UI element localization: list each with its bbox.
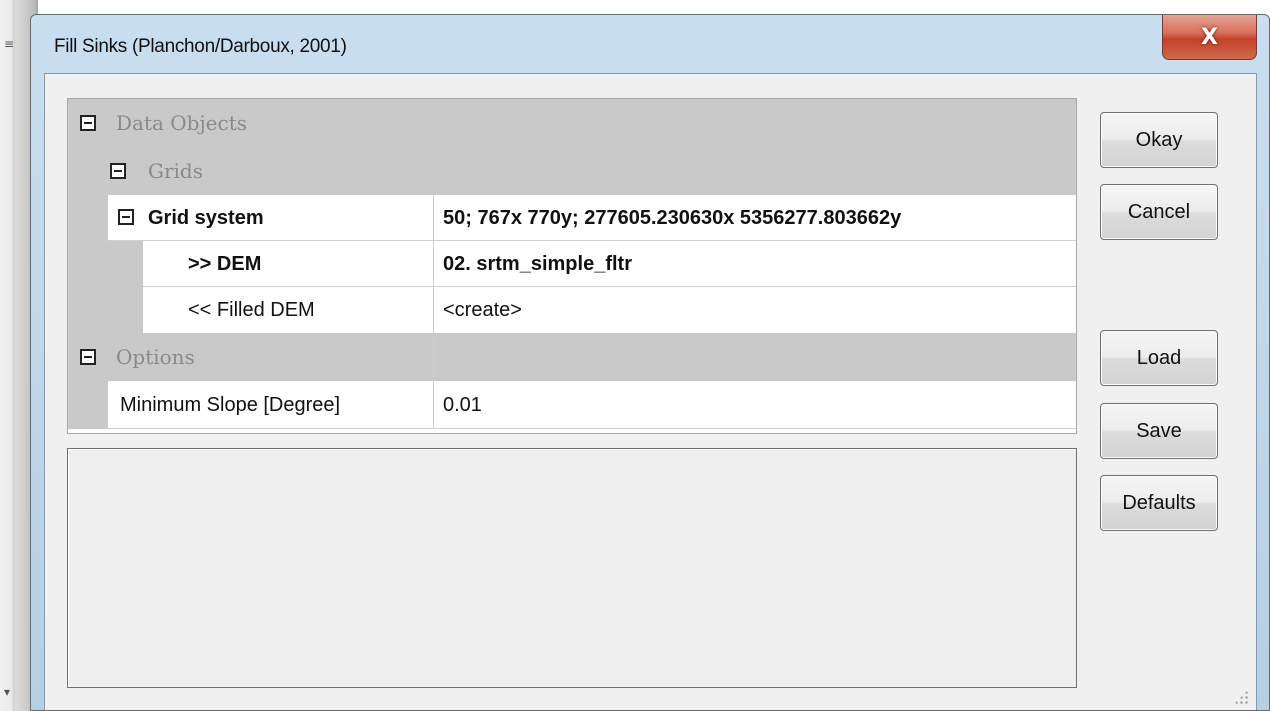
fill-sinks-dialog: Fill Sinks (Planchon/Darboux, 2001) X Da… — [30, 14, 1270, 711]
grid-system-label-cell: Grid system — [108, 195, 433, 241]
dialog-client-area: Data Objects Grids Grid system 50; 767x … — [44, 73, 1257, 710]
collapse-icon[interactable] — [80, 115, 96, 131]
load-button[interactable]: Load — [1100, 330, 1218, 386]
row-minimum-slope[interactable]: Minimum Slope [Degree] 0.01 — [68, 381, 1076, 429]
close-icon: X — [1201, 24, 1218, 50]
dem-label: >> DEM — [143, 241, 433, 287]
section-options[interactable]: Options — [68, 333, 1076, 381]
collapse-icon[interactable] — [80, 349, 96, 365]
row-grid-system[interactable]: Grid system 50; 767x 770y; 277605.230630… — [68, 195, 1076, 241]
title-bar[interactable]: Fill Sinks (Planchon/Darboux, 2001) X — [31, 15, 1269, 73]
defaults-button[interactable]: Defaults — [1100, 475, 1218, 531]
resize-grip-icon[interactable] — [1234, 690, 1248, 704]
section-grids[interactable]: Grids — [68, 147, 1076, 195]
description-panel — [67, 448, 1077, 688]
section-label-data-objects: Data Objects — [116, 111, 248, 135]
minimum-slope-value[interactable]: 0.01 — [433, 381, 1076, 429]
row-divider — [108, 428, 1076, 429]
save-button[interactable]: Save — [1100, 403, 1218, 459]
minimum-slope-label: Minimum Slope [Degree] — [108, 381, 433, 429]
row-divider — [108, 240, 1076, 241]
background-menu-icon: ≡ — [4, 37, 15, 51]
row-filled-dem[interactable]: << Filled DEM <create> — [68, 287, 1076, 333]
grid-system-value[interactable]: 50; 767x 770y; 277605.230630x 5356277.80… — [433, 195, 1076, 241]
collapse-icon[interactable] — [118, 209, 134, 225]
section-label-grids: Grids — [148, 159, 203, 183]
parameter-grid: Data Objects Grids Grid system 50; 767x … — [67, 98, 1077, 434]
dem-value[interactable]: 02. srtm_simple_fltr — [433, 241, 1076, 287]
row-dem[interactable]: >> DEM 02. srtm_simple_fltr — [68, 241, 1076, 287]
filled-dem-value[interactable]: <create> — [433, 287, 1076, 333]
okay-button[interactable]: Okay — [1100, 112, 1218, 168]
row-divider — [143, 286, 1076, 287]
column-divider — [433, 195, 434, 429]
collapse-icon[interactable] — [110, 163, 126, 179]
window-title: Fill Sinks (Planchon/Darboux, 2001) — [54, 36, 347, 57]
grid-system-label: Grid system — [148, 206, 264, 229]
background-arrow-icon: ▾ — [4, 685, 11, 699]
section-data-objects[interactable]: Data Objects — [68, 99, 1076, 147]
section-label-options: Options — [116, 345, 195, 369]
filled-dem-label: << Filled DEM — [143, 287, 433, 333]
close-button[interactable]: X — [1162, 15, 1257, 60]
cancel-button[interactable]: Cancel — [1100, 184, 1218, 240]
